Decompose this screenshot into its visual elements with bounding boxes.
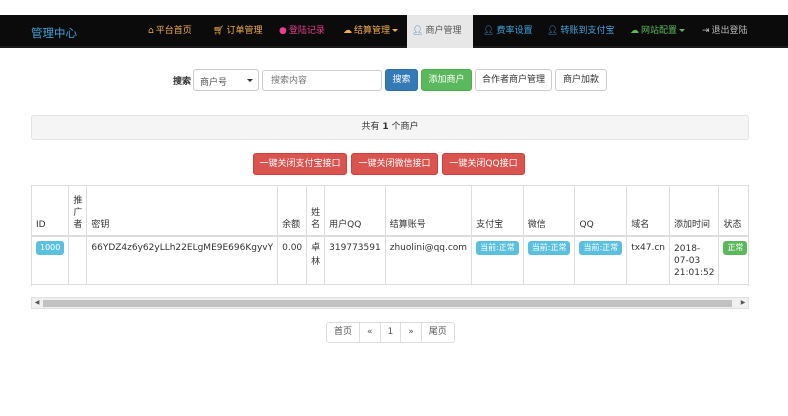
cell-balance: 0.00: [277, 236, 308, 285]
page-current[interactable]: 1: [379, 322, 402, 343]
horizontal-scrollbar[interactable]: ◀ ▶: [31, 297, 749, 309]
chevron-down-icon: [247, 79, 253, 82]
nav-item-label: 商户管理: [425, 26, 462, 36]
pagination: 首页 « 1 » 尾页: [326, 322, 455, 343]
column-header: 状态: [718, 186, 748, 237]
add-merchant-button[interactable]: 添加商户: [421, 69, 472, 91]
top-strip: [0, 0, 788, 15]
cell-qqpay: 当前:正常: [574, 236, 628, 285]
column-header: 域名: [626, 186, 671, 237]
column-header: 结算账号: [385, 186, 473, 237]
cell-added: 2018-07-03 21:01:52: [669, 236, 720, 285]
brand-title[interactable]: 管理中心: [31, 25, 77, 41]
column-header: QQ: [574, 186, 628, 237]
nav-item-label: 订单管理: [226, 26, 263, 36]
page-prev[interactable]: «: [359, 322, 381, 343]
merchant-id-badge[interactable]: 1000: [36, 241, 65, 255]
close-wechat-button[interactable]: 一键关闭微信接口: [351, 153, 438, 175]
summary-suffix: 个商户: [388, 122, 419, 132]
camera-icon: ●: [279, 26, 287, 36]
page-next[interactable]: »: [400, 322, 422, 343]
table-header-row: ID推广者密钥余额姓名用户QQ结算账号支付宝微信QQ域名添加时间状态操作: [32, 186, 748, 237]
merchant-count-summary: 共有 1 个商户: [31, 115, 749, 140]
nav-item-4[interactable]: 👤︎ 商户管理: [407, 15, 473, 48]
merchant-table-container: ID推广者密钥余额姓名用户QQ结算账号支付宝微信QQ域名添加时间状态操作 100…: [31, 185, 749, 286]
nav-item-label: 费率设置: [496, 26, 533, 36]
merchant-table: ID推广者密钥余额姓名用户QQ结算账号支付宝微信QQ域名添加时间状态操作 100…: [32, 186, 748, 285]
add-funds-button[interactable]: 商户加款: [555, 69, 607, 91]
column-header: 添加时间: [669, 186, 720, 237]
cell-key: 66YDZ4z6y62yLLh22ELgME9E696KgyvY: [86, 236, 279, 285]
column-header: 余额: [277, 186, 308, 237]
nav-item-3[interactable]: ☁ 结算管理: [338, 15, 403, 48]
search-label: 搜索: [173, 77, 192, 87]
chevron-down-icon: [679, 29, 686, 32]
logout-icon: ⇥: [702, 26, 710, 36]
nav-item-8[interactable]: ⇥ 退出登陆: [697, 15, 753, 48]
top-navbar: 管理中心 ⌂ 平台首页 🛒︎ 订单管理 ● 登陆记录 ☁ 结算管理 👤︎ 商户管理 👤︎ 费率设置 👤︎…: [0, 15, 788, 48]
shopping-cart-icon: 🛒︎: [213, 26, 225, 36]
nav-item-label: 退出登陆: [711, 26, 748, 36]
scroll-right-icon[interactable]: ▶: [738, 298, 748, 308]
scrollbar-thumb[interactable]: [43, 300, 732, 307]
chevron-down-icon: [392, 29, 399, 32]
column-header: ID: [32, 186, 70, 237]
nav-item-1[interactable]: 🛒︎ 订单管理: [208, 15, 267, 48]
partner-merchant-button[interactable]: 合作者商户管理: [475, 69, 552, 91]
cell-id: 1000: [32, 236, 70, 285]
column-header: 微信: [523, 186, 576, 237]
nav-item-0[interactable]: ⌂ 平台首页: [143, 15, 197, 48]
nav-item-label: 网站配置: [641, 26, 678, 36]
wechat-status-toggle[interactable]: 当前:正常: [527, 241, 571, 255]
nav-item-7[interactable]: ☁ 网站配置: [625, 15, 690, 48]
table-row: 1000 66YDZ4z6y62yLLh22ELgME9E696KgyvY 0.…: [32, 236, 748, 285]
cell-wechat: 当前:正常: [523, 236, 576, 285]
bulk-actions: 一键关闭支付宝接口 一键关闭微信接口 一键关闭QQ接口: [0, 153, 788, 175]
search-type-select[interactable]: 商户号: [193, 69, 259, 91]
nav-item-5[interactable]: 👤︎ 费率设置: [478, 15, 537, 48]
cell-qq: 319773591: [324, 236, 386, 285]
qqpay-status-toggle[interactable]: 当前:正常: [579, 241, 623, 255]
cell-name: 卓林: [306, 236, 326, 285]
search-bar: 搜索 商户号 搜索 添加商户 合作者商户管理 商户加款: [0, 69, 788, 91]
scroll-left-icon[interactable]: ◀: [32, 298, 42, 308]
user-icon: 👤︎: [412, 26, 424, 36]
cloud-icon: ☁: [343, 26, 352, 36]
search-type-value: 商户号: [200, 78, 228, 88]
close-qq-button[interactable]: 一键关闭QQ接口: [442, 153, 525, 175]
nav-item-label: 平台首页: [155, 26, 192, 36]
nav-item-label: 结算管理: [354, 26, 391, 36]
cell-account: zhuolini@qq.com: [385, 236, 473, 285]
home-icon: ⌂: [148, 26, 154, 36]
column-header: 用户QQ: [324, 186, 386, 237]
column-header: 密钥: [86, 186, 279, 237]
status-badge[interactable]: 正常: [723, 241, 748, 255]
cell-domain: tx47.cn: [626, 236, 671, 285]
user-icon: 👤︎: [547, 26, 559, 36]
cell-status: 正常: [718, 236, 748, 285]
alipay-status-toggle[interactable]: 当前:正常: [476, 241, 519, 255]
nav-item-label: 转账到支付宝: [560, 26, 615, 36]
cell-referrer: [68, 236, 88, 285]
search-button[interactable]: 搜索: [385, 69, 418, 91]
nav-item-label: 登陆记录: [288, 26, 325, 36]
column-header: 推广者: [68, 186, 88, 237]
nav-item-6[interactable]: 👤︎ 转账到支付宝: [542, 15, 619, 48]
column-header: 姓名: [306, 186, 326, 237]
column-header: 支付宝: [471, 186, 524, 237]
user-icon: 👤︎: [483, 26, 495, 36]
page-first[interactable]: 首页: [326, 322, 361, 343]
summary-prefix: 共有: [361, 122, 383, 132]
search-input[interactable]: [262, 70, 382, 91]
close-alipay-button[interactable]: 一键关闭支付宝接口: [253, 153, 347, 175]
page-last[interactable]: 尾页: [420, 322, 455, 343]
cell-alipay: 当前:正常: [471, 236, 524, 285]
nav-item-2[interactable]: ● 登陆记录: [274, 15, 330, 48]
cloud-icon: ☁: [630, 26, 639, 36]
